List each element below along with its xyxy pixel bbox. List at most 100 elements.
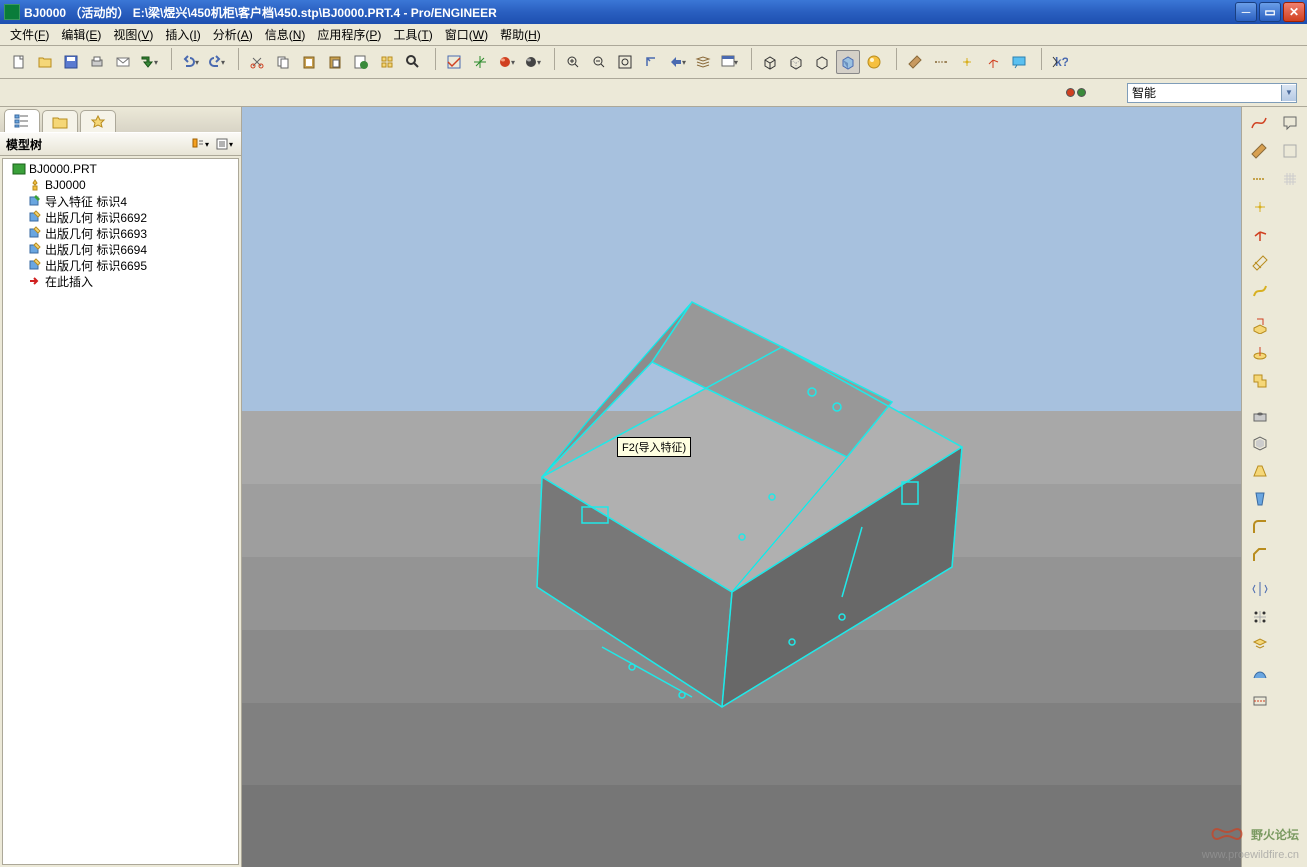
pattern-button[interactable] — [1245, 604, 1275, 630]
model-tree-panel[interactable]: BJ0000.PRTBJ0000导入特征 标识4出版几何 标识6692出版几何 … — [2, 158, 239, 865]
grid-button[interactable] — [1276, 166, 1305, 192]
pub-icon — [27, 226, 43, 240]
sketch-region-button[interactable] — [1276, 138, 1305, 164]
tree-row[interactable]: BJ0000 — [5, 177, 236, 193]
close-button[interactable]: ✕ — [1283, 2, 1305, 22]
tree-row[interactable]: 出版几何 标识6692 — [5, 209, 236, 225]
insert-icon — [27, 274, 43, 288]
menu-i[interactable]: 插入(I) — [159, 24, 206, 45]
save-button[interactable] — [59, 50, 83, 74]
minimize-button[interactable]: ─ — [1235, 2, 1257, 22]
mirror-button[interactable] — [1245, 576, 1275, 602]
revolve-button[interactable] — [1245, 340, 1275, 366]
feat-icon — [27, 194, 43, 208]
viewport-3d[interactable]: F2(导入特征) — [242, 107, 1307, 867]
light-icon — [27, 178, 43, 192]
zoom-fit-button[interactable] — [613, 50, 637, 74]
menu-a[interactable]: 分析(A) — [207, 24, 259, 45]
menu-n[interactable]: 信息(N) — [259, 24, 312, 45]
annotation-toggle[interactable] — [1007, 50, 1031, 74]
copy-button[interactable] — [271, 50, 295, 74]
layers-button[interactable] — [691, 50, 715, 74]
menu-e[interactable]: 编辑(E) — [55, 24, 107, 45]
datum-point-button[interactable] — [1245, 194, 1275, 220]
send-button[interactable]: ▾ — [137, 50, 161, 74]
extrude-button[interactable] — [1245, 312, 1275, 338]
find-button[interactable] — [401, 50, 425, 74]
datum-plane-toggle[interactable] — [903, 50, 927, 74]
paste-special-button[interactable] — [323, 50, 347, 74]
datum-csys-button[interactable] — [1245, 222, 1275, 248]
saved-views-button[interactable]: ▾ — [665, 50, 689, 74]
datum-point-toggle[interactable] — [955, 50, 979, 74]
shell-button[interactable] — [1245, 430, 1275, 456]
cut-button[interactable] — [245, 50, 269, 74]
curve-tool-button[interactable] — [1245, 110, 1274, 136]
select-window-button[interactable] — [442, 50, 466, 74]
filter-bar: 智能 ▼ — [0, 79, 1307, 107]
datum-axis-toggle[interactable] — [929, 50, 953, 74]
orient-button[interactable] — [639, 50, 663, 74]
round-button[interactable] — [1245, 514, 1275, 540]
hidden-line-button[interactable] — [784, 50, 808, 74]
sidebar-show-button[interactable]: ▾ — [213, 135, 235, 153]
view-manager-button[interactable]: ▾ — [717, 50, 741, 74]
merge-button[interactable] — [1245, 632, 1275, 658]
menu-v[interactable]: 视图(V) — [107, 24, 159, 45]
datum-axis-button[interactable] — [1245, 166, 1274, 192]
tree-row[interactable]: 出版几何 标识6693 — [5, 225, 236, 241]
no-hidden-button[interactable] — [810, 50, 834, 74]
regenerate-all-button[interactable] — [375, 50, 399, 74]
menu-w[interactable]: 窗口(W) — [439, 24, 494, 45]
zoom-out-button[interactable] — [587, 50, 611, 74]
chamfer-button[interactable] — [1245, 542, 1275, 568]
sidebar-tab-favorites[interactable] — [80, 110, 116, 132]
email-button[interactable] — [111, 50, 135, 74]
menu-h[interactable]: 帮助(H) — [494, 24, 547, 45]
tree-row[interactable]: BJ0000.PRT — [5, 161, 236, 177]
wireframe-button[interactable] — [758, 50, 782, 74]
sidebar-tabs — [0, 107, 241, 132]
menu-p[interactable]: 应用程序(P) — [311, 24, 387, 45]
tree-row[interactable]: 导入特征 标识4 — [5, 193, 236, 209]
csys-button[interactable] — [468, 50, 492, 74]
tree-row[interactable]: 出版几何 标识6695 — [5, 257, 236, 273]
new-file-button[interactable] — [7, 50, 31, 74]
sidebar-tab-folder[interactable] — [42, 110, 78, 132]
sweep-button[interactable] — [1245, 368, 1275, 394]
enhanced-realism-button[interactable] — [862, 50, 886, 74]
menu-f[interactable]: 文件(F) — [4, 24, 55, 45]
annotation-feature-button[interactable] — [1276, 110, 1305, 136]
tree-row[interactable]: 在此插入 — [5, 273, 236, 289]
material-button[interactable]: ▾ — [520, 50, 544, 74]
menu-bar: 文件(F)编辑(E)视图(V)插入(I)分析(A)信息(N)应用程序(P)工具(… — [0, 24, 1307, 46]
status-lights — [1065, 88, 1087, 97]
regenerate-edit-button[interactable] — [349, 50, 373, 74]
csys-toggle[interactable] — [981, 50, 1005, 74]
sketch-button[interactable] — [1245, 250, 1275, 276]
menu-t[interactable]: 工具(T) — [387, 24, 438, 45]
style-button[interactable] — [1245, 278, 1275, 304]
selection-filter-dropdown[interactable]: 智能 ▼ — [1127, 83, 1297, 103]
undo-button[interactable]: ▾ — [178, 50, 202, 74]
print-button[interactable] — [85, 50, 109, 74]
appearance-button[interactable]: ▾ — [494, 50, 518, 74]
shaded-button[interactable] — [836, 50, 860, 74]
draft-button[interactable] — [1245, 486, 1275, 512]
redo-button[interactable]: ▾ — [204, 50, 228, 74]
tree-label: BJ0000.PRT — [29, 162, 97, 176]
open-file-button[interactable] — [33, 50, 57, 74]
help-button[interactable]: k? — [1048, 50, 1072, 74]
tree-row[interactable]: 出版几何 标识6694 — [5, 241, 236, 257]
datum-plane-button[interactable] — [1245, 138, 1274, 164]
system-icon — [4, 4, 20, 20]
rib-button[interactable] — [1245, 458, 1275, 484]
paste-button[interactable] — [297, 50, 321, 74]
sidebar-settings-button[interactable]: ▾ — [189, 135, 211, 153]
zoom-in-button[interactable] — [561, 50, 585, 74]
sidebar-tab-model-tree[interactable] — [4, 109, 40, 132]
hole-button[interactable] — [1245, 402, 1275, 428]
trim-button[interactable] — [1245, 688, 1275, 714]
boundary-button[interactable] — [1245, 660, 1275, 686]
maximize-button[interactable]: ▭ — [1259, 2, 1281, 22]
